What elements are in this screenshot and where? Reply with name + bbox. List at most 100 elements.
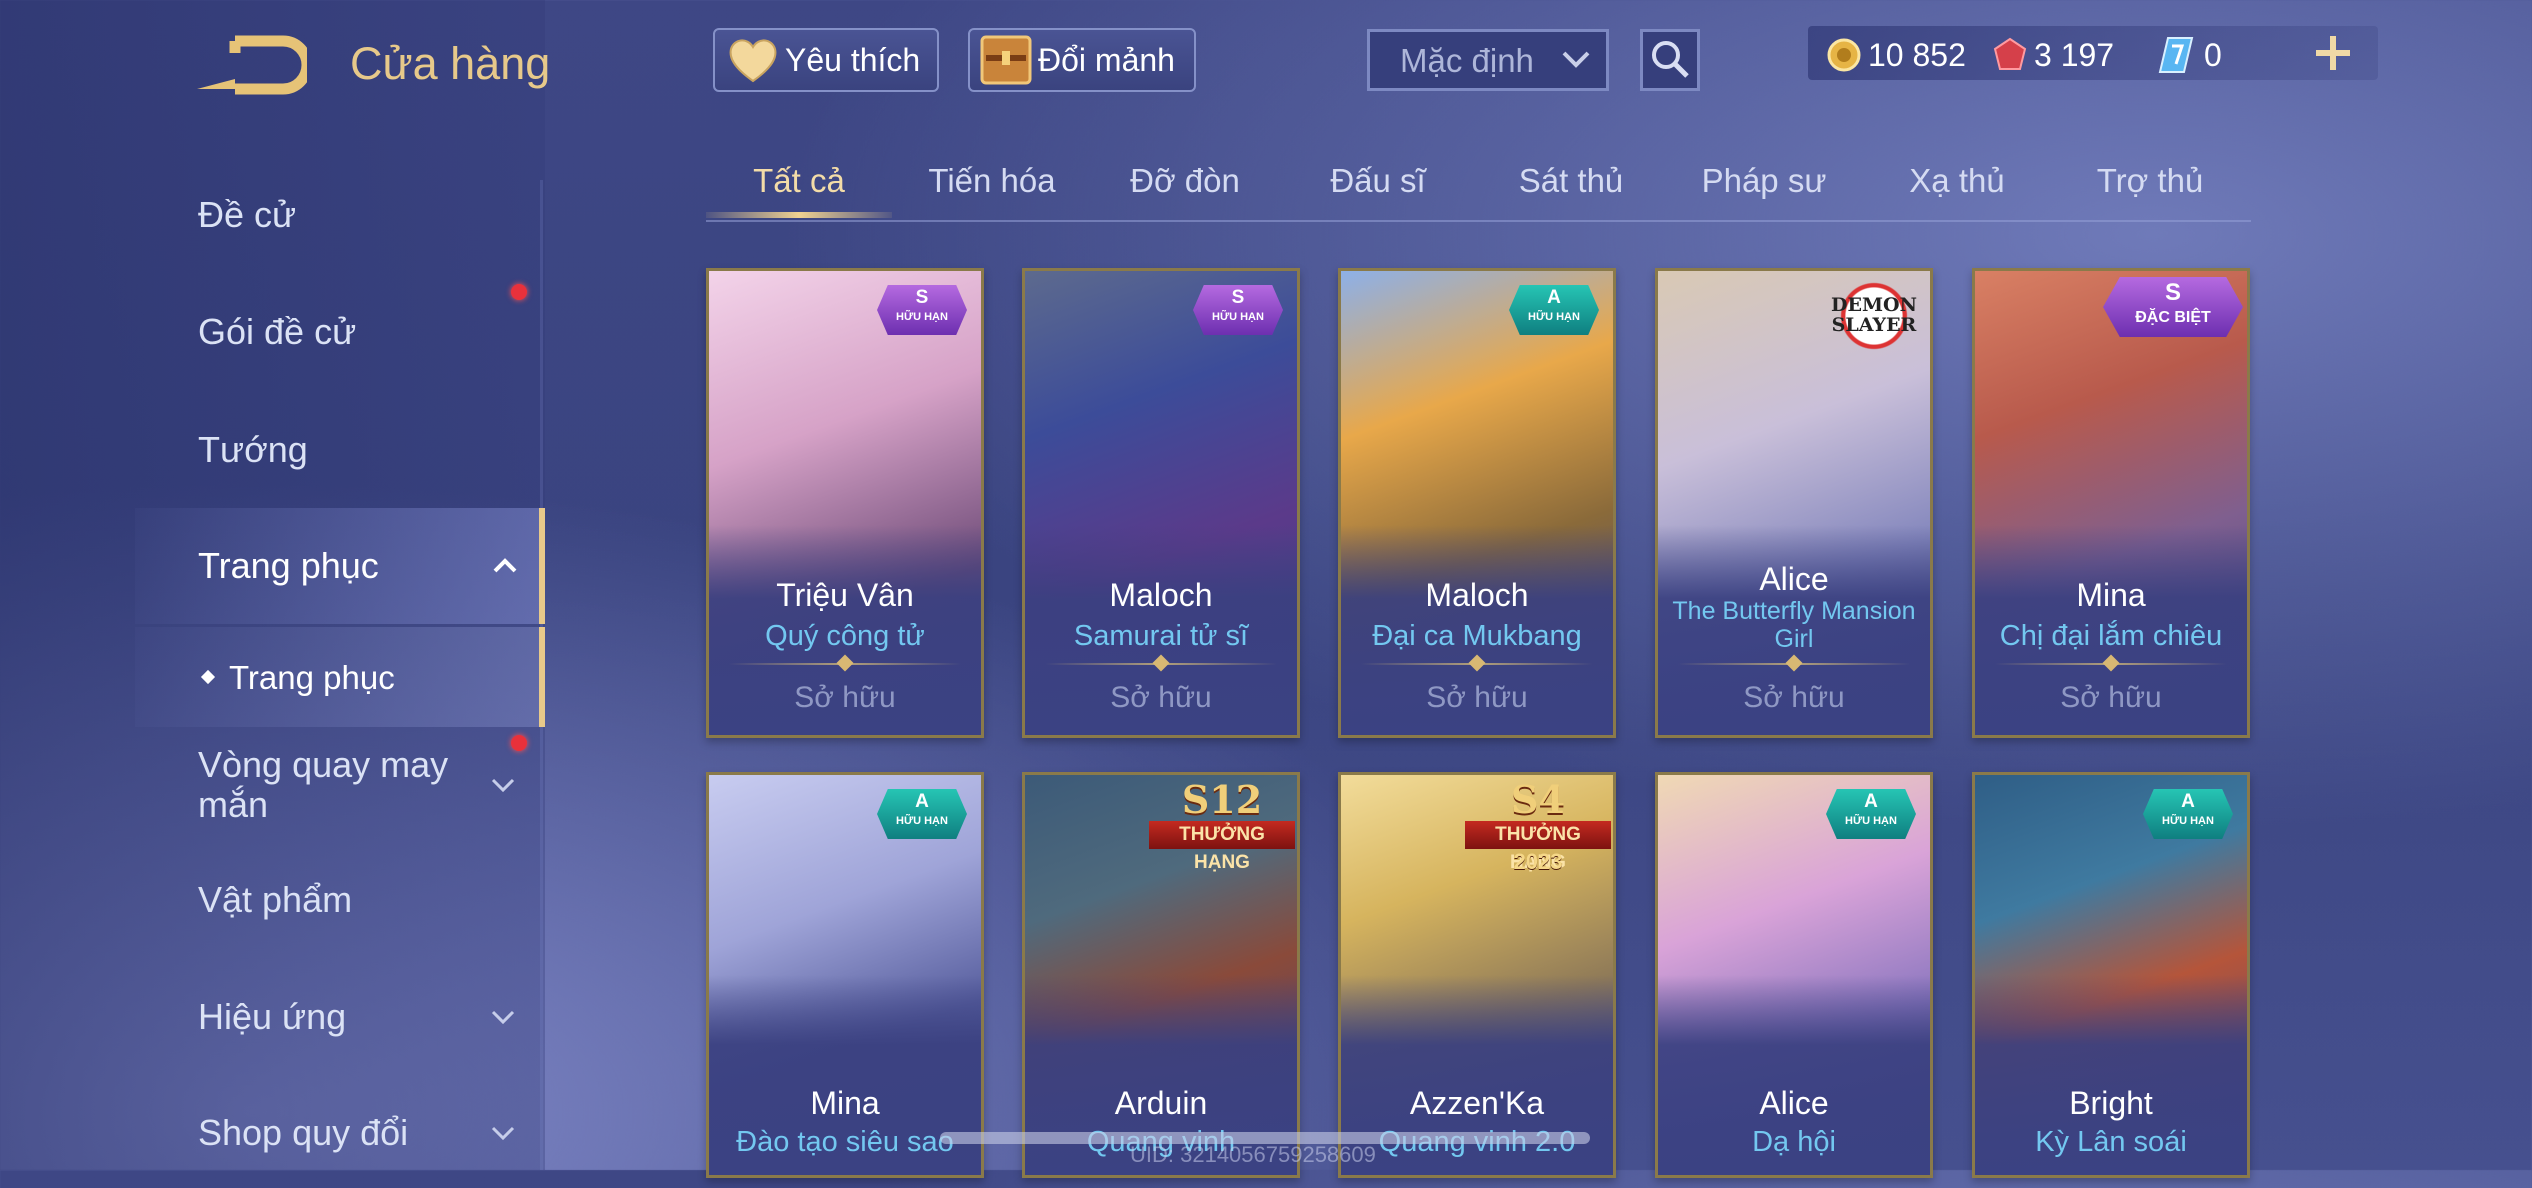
skin-name: Đại ca Mukbang	[1372, 620, 1582, 652]
skin-card[interactable]: DEMON SLAYER Alice The Butterfly Mansion …	[1655, 268, 1933, 738]
chevron-down-icon	[491, 1126, 515, 1141]
hero-name: Triệu Vân	[776, 577, 914, 613]
user-id: UID: 3214056759258609	[1130, 1142, 1376, 1167]
skin-name: Dạ hội	[1752, 1126, 1836, 1158]
page-title: Cửa hàng	[350, 38, 551, 89]
gold-currency: 10 852	[1826, 30, 1966, 80]
hero-name: Bright	[2069, 1085, 2153, 1121]
favorites-label: Yêu thích	[785, 41, 921, 78]
skin-card[interactable]: A HỮU HẠN Bright Kỳ Lân soái	[1972, 772, 2250, 1178]
tab-support[interactable]: Trợ thủ	[2055, 162, 2245, 200]
owned-status: Sở hữu	[794, 681, 896, 714]
voucher-amount: 0	[2204, 36, 2222, 73]
notification-dot	[511, 284, 527, 300]
tab-assassin[interactable]: Sát thủ	[1476, 162, 1666, 200]
tab-mage[interactable]: Pháp sư	[1669, 162, 1859, 200]
sidebar-item-exchange-shop[interactable]: Shop quy đổi	[0, 1078, 545, 1188]
tab-evolution[interactable]: Tiến hóa	[897, 162, 1087, 200]
sidebar-subitem-skins[interactable]: Trang phục	[135, 627, 545, 727]
back-arrow-icon[interactable]	[195, 35, 307, 97]
sidebar-item-skins[interactable]: Trang phục	[135, 508, 545, 624]
hero-name: Alice	[1759, 1085, 1829, 1121]
sidebar-item-label: Đề cử	[198, 194, 297, 235]
skin-card[interactable]: S12 THƯỞNG HẠNG Arduin Quang vinh	[1022, 772, 1300, 1178]
sidebar-item-heroes[interactable]: Tướng	[0, 395, 545, 505]
tier-badge: A HỮU HẠN	[1826, 789, 1916, 839]
season-rank-badge: S4 THƯỞNG HẠNG 2023	[1463, 775, 1613, 885]
tab-all[interactable]: Tất cả	[704, 162, 894, 200]
sidebar-item-label: Gói đề cử	[198, 311, 357, 352]
hero-name: Arduin	[1114, 1085, 1208, 1121]
chevron-down-icon	[491, 778, 515, 793]
notification-dot	[511, 735, 527, 751]
owned-status: Sở hữu	[1110, 681, 1212, 714]
sidebar-item-label: Vật phẩm	[198, 879, 353, 920]
sidebar-item-label: Shop quy đổi	[198, 1112, 409, 1153]
sidebar-item-recommended-packs[interactable]: Gói đề cử	[0, 277, 545, 387]
search-icon	[1652, 41, 1689, 78]
skin-card[interactable]: A HỮU HẠN Mina Đào tạo siêu sao	[706, 772, 984, 1178]
tab-marksman[interactable]: Xạ thủ	[1862, 162, 2052, 200]
tier-badge: A HỮU HẠN	[877, 789, 967, 839]
chevron-up-icon	[493, 558, 517, 573]
season-rank-badge: S12 THƯỞNG HẠNG	[1147, 775, 1297, 885]
hero-name: Alice	[1759, 561, 1829, 597]
sidebar-item-lucky-wheel[interactable]: Vòng quay may mắn	[0, 730, 545, 840]
skin-card[interactable]: S HỮU HẠN Maloch Samurai tử sĩ Sở hữu	[1022, 268, 1300, 738]
voucher-currency: 0	[2158, 30, 2222, 80]
skin-name: Chị đại lắm chiêu	[1999, 620, 2223, 652]
exchange-fragments-button[interactable]: Đổi mảnh	[968, 28, 1196, 92]
gold-coin-icon	[1827, 38, 1861, 72]
demon-slayer-collab-logo: DEMON SLAYER	[1824, 279, 1924, 353]
skin-card[interactable]: S HỮU HẠN Triệu Vân Quý công tử Sở hữu	[706, 268, 984, 738]
search-button[interactable]	[1640, 29, 1700, 91]
tier-badge: A HỮU HẠN	[2143, 789, 2233, 839]
skin-name: Đào tạo siêu sao	[736, 1126, 954, 1158]
sidebar-item-label: Trang phục	[198, 545, 379, 586]
hero-name: Mina	[2076, 577, 2146, 613]
sort-dropdown[interactable]: Mặc định	[1367, 29, 1609, 91]
heart-icon	[729, 39, 777, 83]
exchange-fragments-label: Đổi mảnh	[1038, 41, 1175, 78]
tier-badge: S HỮU HẠN	[877, 285, 967, 335]
owned-status: Sở hữu	[1743, 681, 1845, 714]
sidebar-item-label: Hiệu ứng	[198, 996, 347, 1037]
hero-name: Mina	[810, 1085, 880, 1121]
gem-amount: 3 197	[2034, 36, 2115, 73]
skin-name: The Butterfly Mansion Girl	[1672, 597, 1916, 653]
hero-name: Maloch	[1109, 577, 1213, 613]
gem-currency: 3 197	[1992, 30, 2114, 80]
tab-fighter[interactable]: Đấu sĩ	[1283, 162, 1473, 200]
skin-name: Quý công tử	[765, 620, 925, 652]
tier-badge: S HỮU HẠN	[1193, 285, 1283, 335]
skin-card[interactable]: S ĐẶC BIỆT Mina Chị đại lắm chiêu Sở hữu	[1972, 268, 2250, 738]
active-tab-indicator	[706, 212, 892, 218]
sidebar-subitem-label: Trang phục	[229, 659, 395, 696]
skin-card[interactable]: A HỮU HẠN Alice Dạ hội	[1655, 772, 1933, 1178]
tier-badge: S ĐẶC BIỆT	[2103, 277, 2243, 337]
skin-card[interactable]: A HỮU HẠN Maloch Đại ca Mukbang Sở hữu	[1338, 268, 1616, 738]
owned-status: Sở hữu	[1426, 681, 1528, 714]
skin-name: Kỳ Lân soái	[2035, 1126, 2187, 1158]
sidebar-item-effects[interactable]: Hiệu ứng	[0, 962, 545, 1072]
sidebar-item-label: Tướng	[198, 429, 308, 470]
red-gem-icon	[1993, 37, 2027, 70]
hero-name: Maloch	[1425, 577, 1529, 613]
treasure-chest-icon	[980, 35, 1032, 85]
sidebar-item-items[interactable]: Vật phẩm	[0, 845, 545, 955]
tier-badge: A HỮU HẠN	[1509, 285, 1599, 335]
sort-selected-value: Mặc định	[1400, 42, 1534, 79]
tab-tank[interactable]: Đỡ đòn	[1090, 162, 1280, 200]
blue-voucher-icon	[2158, 37, 2194, 73]
chevron-down-icon	[1562, 51, 1590, 68]
sidebar-item-label: Vòng quay may mắn	[198, 744, 449, 825]
sidebar-item-recommended[interactable]: Đề cử	[0, 160, 545, 270]
add-currency-plus-icon[interactable]	[2312, 30, 2354, 76]
skin-card[interactable]: S4 THƯỞNG HẠNG 2023 Azzen'Ka Quang vinh …	[1338, 772, 1616, 1178]
favorites-button[interactable]: Yêu thích	[713, 28, 939, 92]
hero-name: Azzen'Ka	[1409, 1085, 1545, 1121]
owned-status: Sở hữu	[2060, 681, 2162, 714]
chevron-down-icon	[491, 1010, 515, 1025]
gold-amount: 10 852	[1868, 36, 1966, 73]
skin-name: Samurai tử sĩ	[1073, 620, 1249, 652]
